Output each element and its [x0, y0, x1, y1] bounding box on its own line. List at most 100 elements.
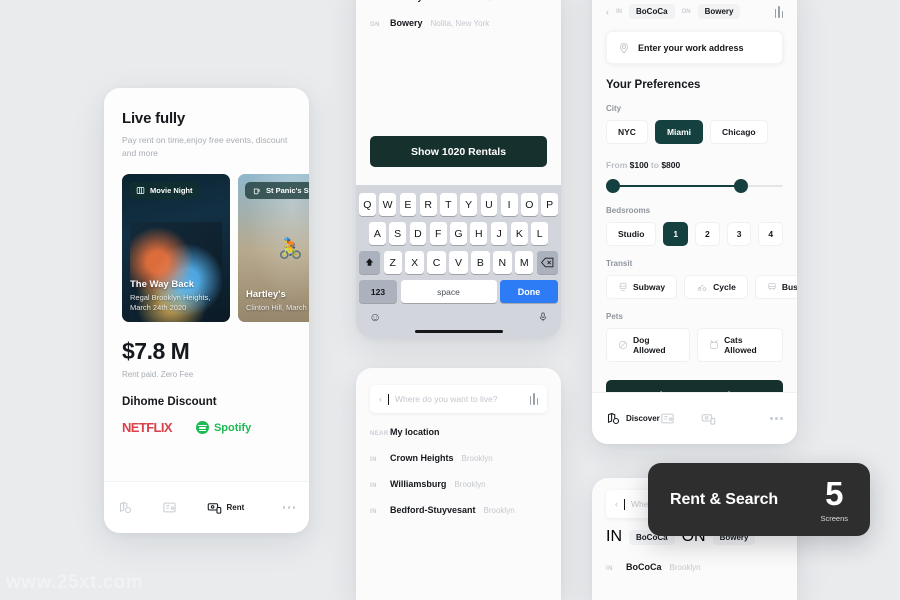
more-dots-icon[interactable] [742, 417, 783, 420]
search-input[interactable]: ‹ Where do you want to live? [370, 385, 547, 413]
key-done[interactable]: Done [500, 280, 558, 303]
key-y[interactable]: Y [460, 193, 477, 216]
key-e[interactable]: E [399, 193, 417, 216]
spotify-logo[interactable]: Spotify [195, 421, 252, 435]
bedrooms-options: Studio 1 2 3 4 [606, 222, 784, 246]
key-g[interactable]: G [450, 222, 467, 245]
key-t[interactable]: T [440, 193, 457, 216]
city-option-nyc[interactable]: NYC [606, 120, 648, 144]
tab-rent[interactable]: Rent [207, 500, 251, 515]
event-card-list: Movie Night The Way Back Regal Brooklyn … [122, 174, 309, 323]
phone-screen-preferences: ‹ IN BoCoCa ON Bowery Enter your work ad… [592, 0, 797, 444]
key-c[interactable]: C [427, 251, 446, 274]
tab-rent[interactable] [701, 411, 742, 426]
chip-preposition: IN [616, 8, 622, 15]
event-card[interactable]: Movie Night The Way Back Regal Brooklyn … [122, 174, 230, 323]
key-p[interactable]: P [541, 193, 558, 216]
key-z[interactable]: Z [383, 251, 402, 274]
shift-icon[interactable] [359, 251, 381, 274]
filter-sliders-icon[interactable] [774, 5, 783, 18]
list-item[interactable]: ON Bowery Lower East Side, New York [370, 0, 547, 10]
key-numbers[interactable]: 123 [359, 280, 397, 303]
transit-option-subway[interactable]: Subway [606, 275, 678, 299]
price-to-value: $800 [661, 160, 681, 170]
key-x[interactable]: X [405, 251, 424, 274]
chip-bowery[interactable]: Bowery [697, 4, 741, 19]
show-rentals-button[interactable]: Show 1020 Rentals [370, 136, 547, 167]
tab-discover[interactable] [118, 500, 162, 515]
filter-sliders-icon[interactable] [529, 393, 538, 405]
key-u[interactable]: U [480, 193, 498, 216]
tab-listings[interactable] [660, 411, 701, 426]
discount-section-title: Dihome Discount [122, 396, 217, 409]
list-item[interactable]: IN BoCoCa Brooklyn [606, 554, 783, 580]
key-b[interactable]: B [471, 251, 490, 274]
emoji-icon[interactable]: ☺ [369, 310, 381, 324]
slider-knob-min[interactable] [606, 179, 620, 193]
key-r[interactable]: R [419, 193, 437, 216]
cat-icon [709, 340, 719, 350]
bedrooms-option-4[interactable]: 4 [758, 222, 784, 246]
list-item[interactable]: ON Bowery Nolita, New York [370, 10, 547, 36]
key-space[interactable]: space [400, 280, 497, 303]
tab-discover[interactable]: Discover [606, 411, 660, 426]
keyboard-row-1: Q W E R T Y U I O P [359, 193, 558, 216]
spotify-label: Spotify [213, 421, 252, 434]
suggestion-name: Bedford-Stuyvesant [390, 505, 476, 515]
price-range-slider[interactable] [606, 179, 783, 193]
key-s[interactable]: S [389, 222, 407, 245]
work-address-input[interactable]: Enter your work address [606, 31, 783, 64]
event-category-chip: St Panic's Stic [245, 182, 309, 200]
list-item[interactable]: IN Bedford-Stuyvesant Brooklyn [370, 497, 547, 523]
bedrooms-option-2[interactable]: 2 [695, 222, 720, 246]
text-caret [388, 393, 389, 405]
city-option-miami[interactable]: Miami [654, 120, 704, 144]
key-i[interactable]: I [500, 193, 518, 216]
pets-option-dog[interactable]: Dog Allowed [606, 328, 691, 362]
bedrooms-option-studio[interactable]: Studio [606, 222, 657, 246]
list-item[interactable]: IN Williamsburg Brooklyn [370, 471, 547, 497]
list-item[interactable]: NEAR My location [370, 419, 547, 445]
key-q[interactable]: Q [359, 193, 376, 216]
listings-icon [660, 411, 675, 426]
chevron-left-icon[interactable]: ‹ [615, 499, 618, 509]
slider-knob-max[interactable] [734, 179, 748, 193]
transit-option-cycle[interactable]: Cycle [684, 275, 748, 299]
badge-count-group: 5 Screens [820, 477, 848, 523]
bedrooms-option-1[interactable]: 1 [663, 222, 689, 246]
key-n[interactable]: N [493, 251, 512, 274]
chip-bococa[interactable]: BoCoCa [629, 4, 675, 19]
key-j[interactable]: J [490, 222, 508, 245]
chevron-left-icon[interactable]: ‹ [379, 394, 382, 404]
city-option-chicago[interactable]: Chicago [710, 120, 768, 144]
location-pin-icon [618, 42, 630, 54]
transit-label-bus: Bus [781, 282, 797, 292]
key-v[interactable]: V [449, 251, 468, 274]
microphone-icon[interactable] [538, 310, 548, 324]
key-f[interactable]: F [429, 222, 447, 245]
chevron-left-icon[interactable]: ‹ [606, 7, 609, 17]
bus-icon [767, 282, 777, 292]
bedrooms-option-3[interactable]: 3 [726, 222, 752, 246]
event-chip-label: Movie Night [150, 186, 193, 196]
backspace-icon[interactable] [536, 251, 558, 274]
key-l[interactable]: L [531, 222, 549, 245]
netflix-logo[interactable]: NETFLIX [122, 420, 173, 435]
key-o[interactable]: O [521, 193, 538, 216]
more-dots-icon[interactable] [251, 506, 295, 509]
event-card[interactable]: 🚴 St Panic's Stic Hartley's Clinton Hill… [238, 174, 309, 323]
transit-option-bus[interactable]: Bus [754, 275, 797, 299]
pets-option-cats[interactable]: Cats Allowed [697, 328, 783, 362]
suggestion-name: Crown Heights [390, 453, 454, 463]
dog-icon [618, 340, 628, 350]
event-detail: Regal Brooklyn Heights, March 24th 2020 [130, 292, 211, 313]
cyclist-illustration: 🚴 [278, 238, 303, 261]
key-d[interactable]: D [409, 222, 427, 245]
list-item[interactable]: IN Crown Heights Brooklyn [370, 445, 547, 471]
key-m[interactable]: M [515, 251, 534, 274]
key-w[interactable]: W [379, 193, 396, 216]
key-a[interactable]: A [368, 222, 386, 245]
tab-listings[interactable] [162, 500, 206, 515]
key-h[interactable]: H [470, 222, 488, 245]
key-k[interactable]: K [510, 222, 528, 245]
